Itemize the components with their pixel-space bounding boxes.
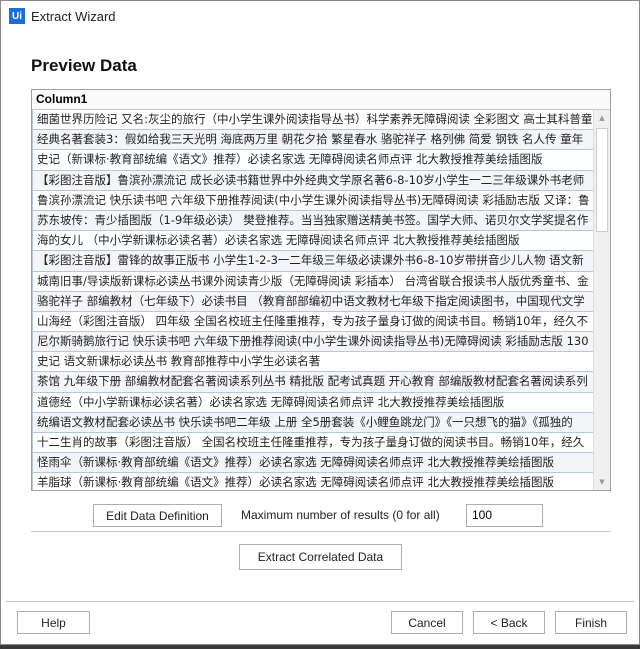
finish-button[interactable]: Finish <box>555 611 627 634</box>
table-row[interactable]: 道德经（中小学新课标必读名著）必读名家选 无障碍阅读名师点评 北大教授推荐美绘插… <box>32 392 594 413</box>
table-row[interactable]: 怪雨伞（新课标·教育部统编《语文》推荐）必读名家选 无障碍阅读名师点评 北大教授… <box>32 453 594 474</box>
page-title: Preview Data <box>31 56 137 75</box>
scroll-thumb[interactable] <box>596 128 608 232</box>
title-bar: Ui Extract Wizard <box>1 1 639 31</box>
vertical-scrollbar[interactable]: ▲ ▼ <box>593 110 610 490</box>
table-row[interactable]: 鲁滨孙漂流记 快乐读书吧 六年级下册推荐阅读(中小学生课外阅读指导丛书)无障碍阅… <box>32 190 594 211</box>
uipath-logo: Ui <box>9 8 25 24</box>
table-row[interactable]: 统编语文教材配套必读丛书 快乐读书吧二年级 上册 全5册套装《小鲤鱼跳龙门》《一… <box>32 412 594 433</box>
logo-text: Ui <box>12 10 22 22</box>
divider <box>31 531 611 532</box>
table-row[interactable]: 茶馆 九年级下册 部编教材配套名著阅读系列丛书 精批版 配考试真题 开心教育 部… <box>32 372 594 393</box>
back-button[interactable]: < Back <box>473 611 545 634</box>
divider <box>6 601 634 602</box>
window-title: Extract Wizard <box>31 8 116 24</box>
extract-correlated-data-button[interactable]: Extract Correlated Data <box>239 544 402 570</box>
table-row[interactable]: 尼尔斯骑鹅旅行记 快乐读书吧 六年级下册推荐阅读(中小学生课外阅读指导丛书)无障… <box>32 332 594 353</box>
edit-data-definition-button[interactable]: Edit Data Definition <box>93 504 222 527</box>
table-row[interactable]: 骆驼祥子 部编教材（七年级下）必读书目 （教育部部编初中语文教材七年级下指定阅读… <box>32 291 594 312</box>
table-row[interactable]: 苏东坡传：青少插图版（1-9年级必读） 樊登推荐。当当独家赠送精美书签。国学大师… <box>32 210 594 232</box>
table-row[interactable]: 史记 语文新课标必读丛书 教育部推荐中小学生必读名著 <box>32 352 594 373</box>
table-row[interactable]: 城南旧事/导读版新课标必读丛书课外阅读青少版（无障碍阅读 彩插本） 台湾省联合报… <box>32 271 594 292</box>
table-row[interactable]: 【彩图注音版】雷锋的故事正版书 小学生1-2-3一二年级三年级必读课外书6-8-… <box>32 251 594 272</box>
scroll-up-icon[interactable]: ▲ <box>594 110 610 126</box>
max-results-input[interactable]: 100 <box>466 504 543 527</box>
table-body: 细菌世界历险记 又名:灰尘的旅行（中小学生课外阅读指导丛书）科学素养无障碍阅读 … <box>32 110 610 490</box>
column-header[interactable]: Column1 <box>32 90 610 110</box>
table-row[interactable]: 山海经（彩图注音版） 四年级 全国名校班主任隆重推荐，专为孩子量身订做的阅读书目… <box>32 311 594 333</box>
extract-wizard-window: Ui Extract Wizard Preview Data Column1 细… <box>0 0 640 645</box>
max-results-label: Maximum number of results (0 for all) <box>241 508 440 522</box>
cancel-button[interactable]: Cancel <box>391 611 463 634</box>
table-row[interactable]: 史记（新课标·教育部统编《语文》推荐）必读名家选 无障碍阅读名师点评 北大教授推… <box>32 150 594 171</box>
scroll-down-icon[interactable]: ▼ <box>594 474 610 490</box>
table-row[interactable]: 【彩图注音版】鲁滨孙漂流记 成长必读书籍世界中外经典文学原名著6-8-10岁小学… <box>32 170 594 191</box>
table-row[interactable]: 细菌世界历险记 又名:灰尘的旅行（中小学生课外阅读指导丛书）科学素养无障碍阅读 … <box>32 110 594 131</box>
help-button[interactable]: Help <box>17 611 90 634</box>
preview-table[interactable]: Column1 细菌世界历险记 又名:灰尘的旅行（中小学生课外阅读指导丛书）科学… <box>31 89 611 491</box>
table-row[interactable]: 十二生肖的故事（彩图注音版） 全国名校班主任隆重推荐，专为孩子量身订做的阅读书目… <box>32 433 594 454</box>
table-row[interactable]: 羊脂球（新课标·教育部统编《语文》推荐）必读名家选 无障碍阅读名师点评 北大教授… <box>32 473 594 490</box>
table-row[interactable]: 经典名著套装3：假如给我三天光明 海底两万里 朝花夕拾 繁星春水 骆驼祥子 格列… <box>32 130 594 151</box>
table-row[interactable]: 海的女儿 （中小学新课标必读名著）必读名家选 无障碍阅读名师点评 北大教授推荐美… <box>32 231 594 252</box>
